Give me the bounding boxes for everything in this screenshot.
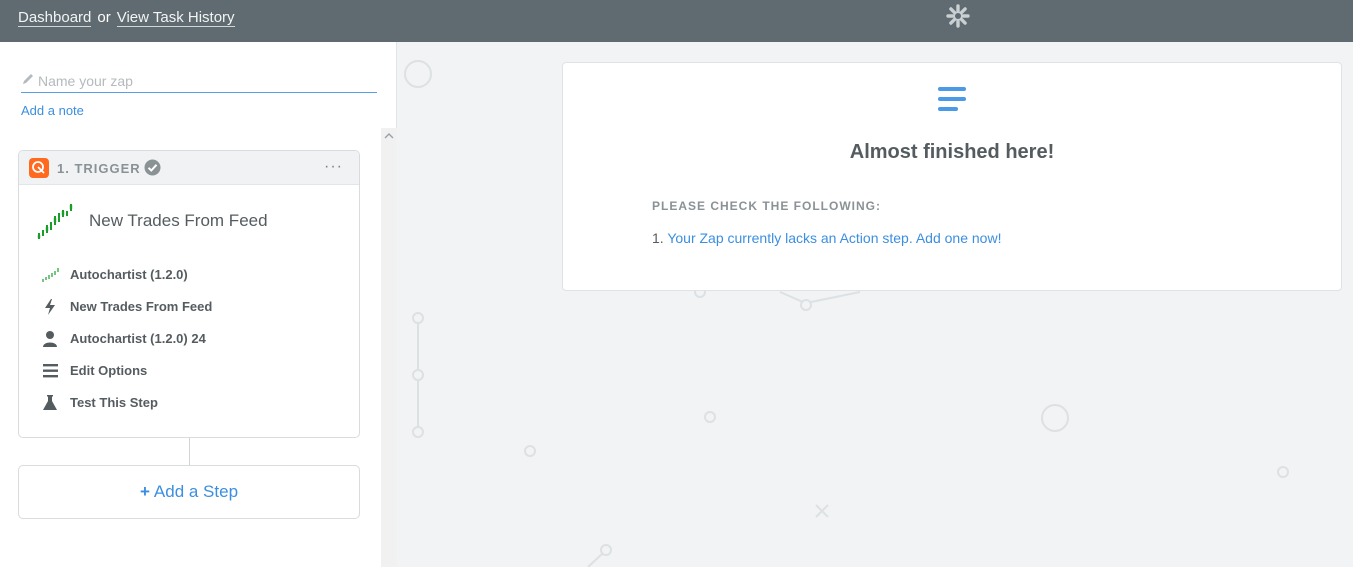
panel-title: Almost finished here!	[849, 141, 1055, 163]
trigger-row-label: Autochartist (1.2.0)	[70, 267, 188, 282]
trigger-row-label: New Trades From Feed	[70, 299, 213, 314]
more-options-icon[interactable]: ···	[324, 158, 343, 176]
autochartist-logo-icon	[37, 204, 73, 239]
editor-sidebar: Add a note 1. TRIGGER ···	[0, 42, 397, 567]
top-bar: Dashboard or View Task History	[0, 0, 1353, 42]
add-note-link[interactable]: Add a note	[21, 103, 84, 118]
plus-icon: +	[139, 482, 150, 501]
trigger-row-options[interactable]: Edit Options	[41, 361, 341, 381]
flask-icon	[43, 395, 57, 410]
trigger-row-event[interactable]: New Trades From Feed	[41, 297, 341, 317]
add-step-button[interactable]: + Add a Step	[18, 465, 360, 519]
list-icon	[43, 364, 58, 378]
zap-name-field	[21, 71, 377, 93]
trigger-app-badge-icon	[29, 158, 49, 178]
trigger-row-label: Test This Step	[70, 395, 158, 410]
view-task-history-link[interactable]: View Task History	[116, 9, 235, 27]
or-text: or	[97, 9, 111, 26]
add-step-label: Add a Step	[153, 482, 239, 501]
user-icon	[43, 331, 57, 347]
step-connector-line	[189, 438, 190, 465]
trigger-row-label: Edit Options	[70, 363, 148, 378]
trigger-step-card[interactable]: 1. TRIGGER ··· New Trades From Feed Auto…	[18, 150, 360, 438]
trigger-row-label: Autochartist (1.2.0) 24	[70, 331, 206, 346]
trigger-card-header[interactable]: 1. TRIGGER ···	[19, 151, 359, 185]
zap-name-input[interactable]	[38, 71, 368, 91]
scroll-up-arrow-icon[interactable]	[384, 132, 394, 140]
menu-lines-icon	[938, 87, 966, 111]
bolt-icon	[45, 299, 55, 315]
dashboard-link[interactable]: Dashboard	[18, 9, 92, 27]
add-action-link[interactable]: Your Zap currently lacks an Action step.…	[667, 230, 1001, 246]
trigger-row-account[interactable]: Autochartist (1.2.0) 24	[41, 329, 341, 349]
check-heading: PLEASE CHECK THE FOLLOWING:	[652, 199, 881, 213]
trigger-step-label: 1. TRIGGER	[57, 161, 141, 176]
check-list-item: 1. Your Zap currently lacks an Action st…	[652, 230, 1001, 246]
zapier-asterisk-icon[interactable]	[946, 4, 970, 28]
trigger-row-app[interactable]: Autochartist (1.2.0)	[41, 265, 341, 285]
pencil-icon	[23, 74, 33, 84]
sidebar-scrollbar[interactable]	[381, 128, 397, 567]
check-circle-icon	[144, 159, 161, 176]
trigger-title: New Trades From Feed	[89, 211, 268, 230]
almost-finished-panel: Almost finished here! PLEASE CHECK THE F…	[562, 62, 1342, 291]
trigger-row-test[interactable]: Test This Step	[41, 393, 341, 413]
check-item-number: 1.	[652, 230, 664, 246]
topbar-links: Dashboard or View Task History	[18, 9, 235, 27]
autochartist-icon	[42, 268, 59, 282]
